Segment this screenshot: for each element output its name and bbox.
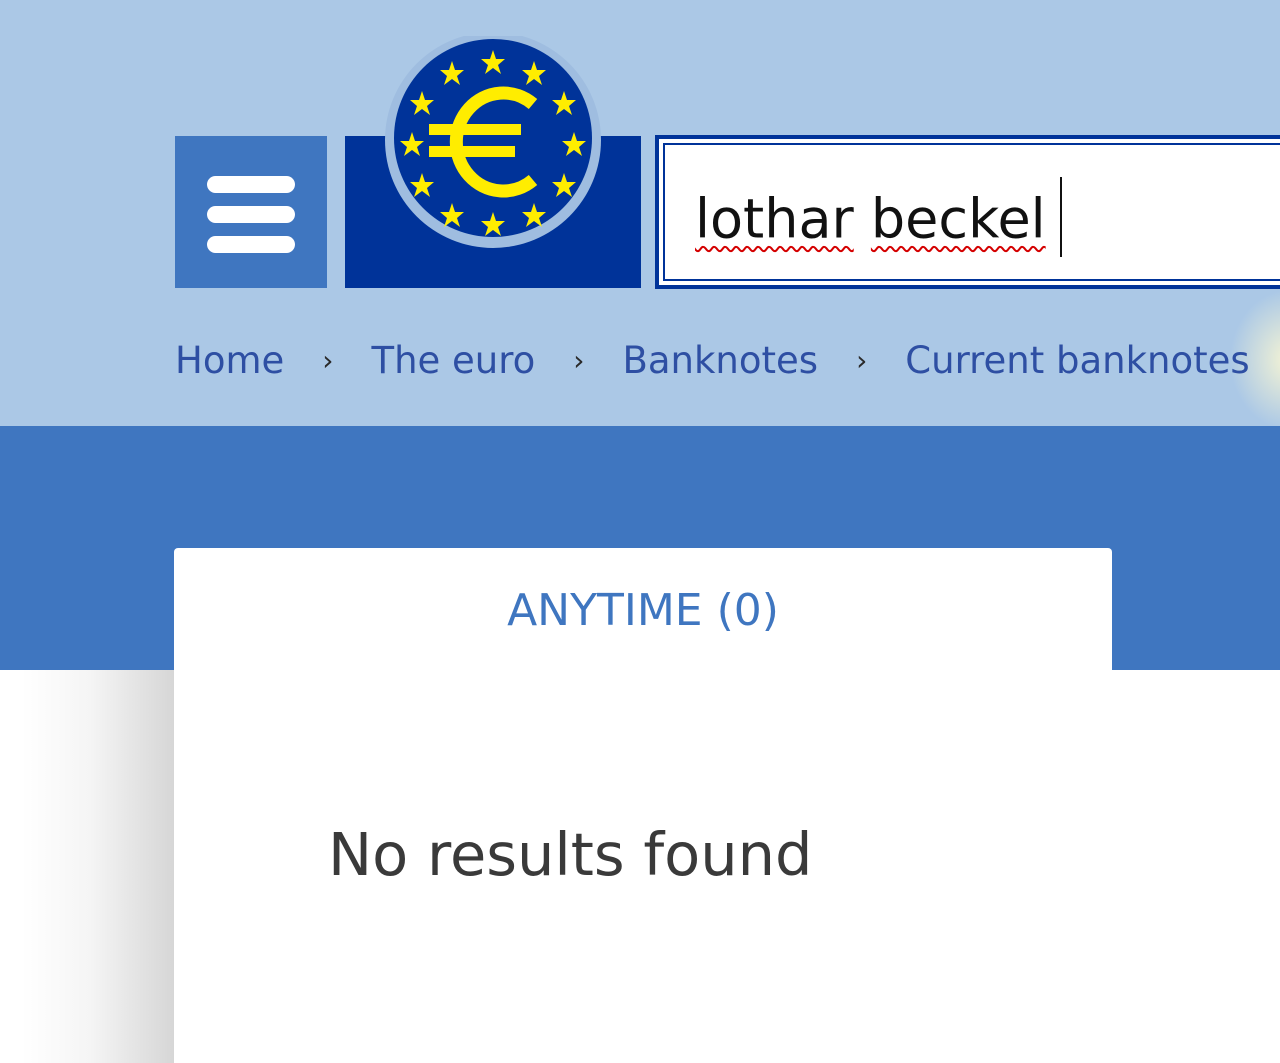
search-word-1: lothar	[695, 187, 854, 251]
tab-anytime[interactable]: ANYTIME (0)	[174, 576, 1112, 646]
search-results-card: ANYTIME (0) No results found	[174, 548, 1112, 1063]
breadcrumb-separator-icon: ›	[322, 343, 334, 377]
search-word-2: beckel	[870, 187, 1046, 251]
breadcrumb-separator-icon: ›	[573, 343, 585, 377]
side-shadow	[20, 670, 174, 1063]
breadcrumb-home[interactable]: Home	[175, 339, 284, 382]
breadcrumb-separator-icon: ›	[856, 343, 868, 377]
search-input[interactable]: lothar beckel	[655, 135, 1280, 289]
hamburger-menu-button[interactable]	[175, 136, 327, 288]
page: lothar beckel Home › The euro › Banknote…	[0, 0, 1280, 1063]
breadcrumb-banknotes[interactable]: Banknotes	[623, 339, 819, 382]
breadcrumb-current-banknotes[interactable]: Current banknotes	[905, 339, 1249, 382]
breadcrumb: Home › The euro › Banknotes › Current ba…	[175, 330, 1250, 390]
no-results-message: No results found	[328, 820, 813, 889]
text-caret	[1059, 177, 1062, 257]
euro-logo-icon[interactable]	[383, 36, 603, 256]
search-input-value[interactable]: lothar beckel	[695, 177, 1062, 263]
breadcrumb-the-euro[interactable]: The euro	[371, 339, 535, 382]
